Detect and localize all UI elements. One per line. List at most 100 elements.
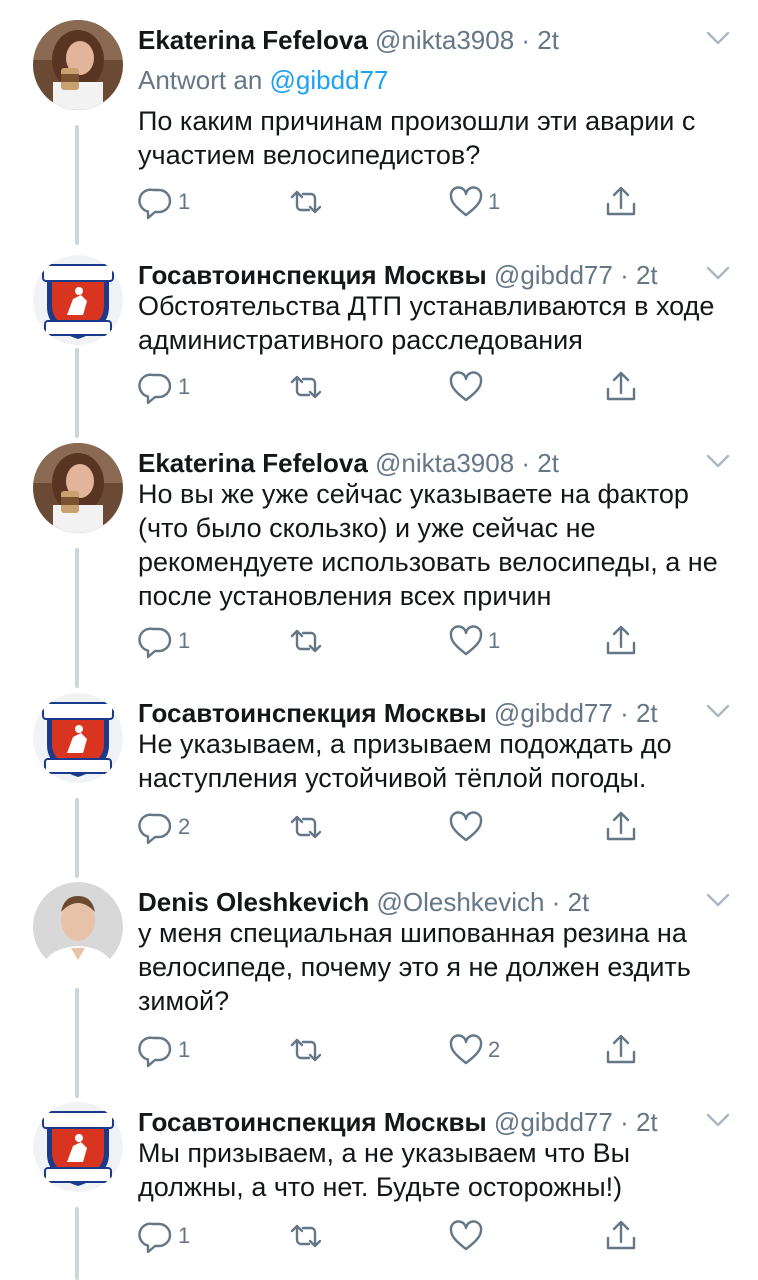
tweet-header: Ekaterina Fefelova @nikta3908 · 2t bbox=[138, 24, 559, 56]
reply-icon bbox=[138, 1032, 174, 1068]
reply-button[interactable]: 1 bbox=[138, 367, 190, 407]
gibdd-logo-icon bbox=[33, 1102, 123, 1192]
author-handle[interactable]: @gibdd77 bbox=[494, 260, 613, 290]
like-icon bbox=[448, 1218, 484, 1254]
timestamp[interactable]: 2t bbox=[636, 1107, 658, 1137]
reply-count: 1 bbox=[178, 1223, 191, 1248]
retweet-icon bbox=[288, 369, 324, 405]
like-icon bbox=[448, 184, 484, 220]
share-icon bbox=[603, 369, 639, 405]
tweet-text: Обстоятельства ДТП устанавливаются в ход… bbox=[138, 291, 715, 355]
chevron-down-icon[interactable] bbox=[706, 453, 730, 469]
tweet[interactable]: Ekaterina Fefelova @nikta3908 · 2t Antwo… bbox=[0, 20, 758, 240]
author-name[interactable]: Госавтоинспекция Москвы bbox=[138, 260, 487, 290]
author-name[interactable]: Госавтоинспекция Москвы bbox=[138, 1107, 487, 1137]
retweet-button[interactable] bbox=[288, 621, 328, 661]
avatar-man-icon bbox=[33, 882, 123, 972]
chevron-down-icon[interactable] bbox=[706, 892, 730, 908]
reply-button[interactable]: 1 bbox=[138, 182, 190, 222]
reply-button[interactable]: 2 bbox=[138, 807, 190, 847]
like-button[interactable]: 1 bbox=[448, 621, 500, 661]
like-button[interactable]: 1 bbox=[448, 182, 500, 222]
retweet-button[interactable] bbox=[288, 182, 328, 222]
author-name[interactable]: Ekaterina Fefelova bbox=[138, 448, 368, 478]
like-button[interactable]: 2 bbox=[448, 1030, 500, 1070]
timestamp[interactable]: 2t bbox=[537, 448, 559, 478]
retweet-button[interactable] bbox=[288, 1216, 328, 1256]
share-icon bbox=[603, 623, 639, 659]
tweet[interactable]: Госавтоинспекция Москвы @gibdd77 · 2t Мы… bbox=[0, 1102, 758, 1280]
separator-dot: · bbox=[612, 1107, 636, 1137]
avatar[interactable] bbox=[33, 20, 123, 110]
share-button[interactable] bbox=[603, 807, 639, 847]
tweet-actions: 1 bbox=[138, 367, 658, 407]
author-name[interactable]: Ekaterina Fefelova bbox=[138, 25, 368, 55]
like-count: 2 bbox=[488, 1037, 501, 1062]
tweet-text: Мы призываем, а не указываем что Вы долж… bbox=[138, 1138, 631, 1202]
reply-count: 1 bbox=[178, 189, 191, 214]
like-button[interactable] bbox=[448, 807, 488, 847]
share-button[interactable] bbox=[603, 621, 639, 661]
author-handle[interactable]: @nikta3908 bbox=[375, 25, 514, 55]
share-icon bbox=[603, 809, 639, 845]
tweet-text: По каким причинам произошли эти аварии с… bbox=[138, 106, 696, 170]
retweet-button[interactable] bbox=[288, 367, 328, 407]
author-handle[interactable]: @gibdd77 bbox=[494, 1107, 613, 1137]
avatar[interactable] bbox=[33, 443, 123, 533]
timestamp[interactable]: 2t bbox=[537, 25, 559, 55]
reply-to-prefix: Antwort an bbox=[138, 65, 270, 95]
reply-count: 1 bbox=[178, 374, 191, 399]
avatar[interactable] bbox=[33, 1102, 123, 1192]
retweet-icon bbox=[288, 1218, 324, 1254]
reply-to-link[interactable]: @gibdd77 bbox=[270, 65, 389, 95]
timestamp[interactable]: 2t bbox=[636, 260, 658, 290]
share-icon bbox=[603, 184, 639, 220]
share-button[interactable] bbox=[603, 182, 639, 222]
gibdd-logo-icon bbox=[33, 255, 123, 345]
author-name[interactable]: Denis Oleshkevich bbox=[138, 887, 369, 917]
author-handle[interactable]: @gibdd77 bbox=[494, 698, 613, 728]
reply-button[interactable]: 1 bbox=[138, 1216, 190, 1256]
author-name[interactable]: Госавтоинспекция Москвы bbox=[138, 698, 487, 728]
avatar-woman-icon bbox=[33, 443, 123, 533]
separator-dot: · bbox=[514, 25, 538, 55]
like-icon bbox=[448, 1032, 484, 1068]
chevron-down-icon[interactable] bbox=[706, 30, 730, 46]
share-button[interactable] bbox=[603, 1216, 639, 1256]
tweet[interactable]: Ekaterina Fefelova @nikta3908 · 2t Но вы… bbox=[0, 443, 758, 678]
author-handle[interactable]: @Oleshkevich bbox=[376, 887, 544, 917]
retweet-button[interactable] bbox=[288, 807, 328, 847]
tweet-header: Госавтоинспекция Москвы @gibdd77 · 2t bbox=[138, 697, 658, 729]
tweet-text: Но вы же уже сейчас указываете на фактор… bbox=[138, 479, 718, 611]
share-button[interactable] bbox=[603, 1030, 639, 1070]
retweet-icon bbox=[288, 1032, 324, 1068]
reply-icon bbox=[138, 1218, 174, 1254]
chevron-down-icon[interactable] bbox=[706, 703, 730, 719]
chevron-down-icon[interactable] bbox=[706, 1112, 730, 1128]
tweet-actions: 1 1 bbox=[138, 621, 658, 661]
avatar[interactable] bbox=[33, 255, 123, 345]
reply-to: Antwort an @gibdd77 bbox=[138, 64, 388, 96]
chevron-down-icon[interactable] bbox=[706, 265, 730, 281]
reply-icon bbox=[138, 623, 174, 659]
reply-icon bbox=[138, 809, 174, 845]
reply-button[interactable]: 1 bbox=[138, 1030, 190, 1070]
retweet-button[interactable] bbox=[288, 1030, 328, 1070]
like-button[interactable] bbox=[448, 367, 488, 407]
tweet-actions: 1 1 bbox=[138, 182, 658, 222]
gibdd-logo-icon bbox=[33, 693, 123, 783]
like-button[interactable] bbox=[448, 1216, 488, 1256]
tweet[interactable]: Denis Oleshkevich @Oleshkevich · 2t у ме… bbox=[0, 882, 758, 1092]
tweet[interactable]: Госавтоинспекция Москвы @gibdd77 · 2t Об… bbox=[0, 255, 758, 435]
author-handle[interactable]: @nikta3908 bbox=[375, 448, 514, 478]
tweet-header: Госавтоинспекция Москвы @gibdd77 · 2t bbox=[138, 259, 658, 291]
avatar[interactable] bbox=[33, 882, 123, 972]
timestamp[interactable]: 2t bbox=[636, 698, 658, 728]
share-button[interactable] bbox=[603, 367, 639, 407]
tweet-actions: 1 2 bbox=[138, 1030, 658, 1070]
timestamp[interactable]: 2t bbox=[568, 887, 590, 917]
tweet[interactable]: Госавтоинспекция Москвы @gibdd77 · 2t Не… bbox=[0, 693, 758, 873]
like-icon bbox=[448, 809, 484, 845]
reply-button[interactable]: 1 bbox=[138, 621, 190, 661]
avatar[interactable] bbox=[33, 693, 123, 783]
